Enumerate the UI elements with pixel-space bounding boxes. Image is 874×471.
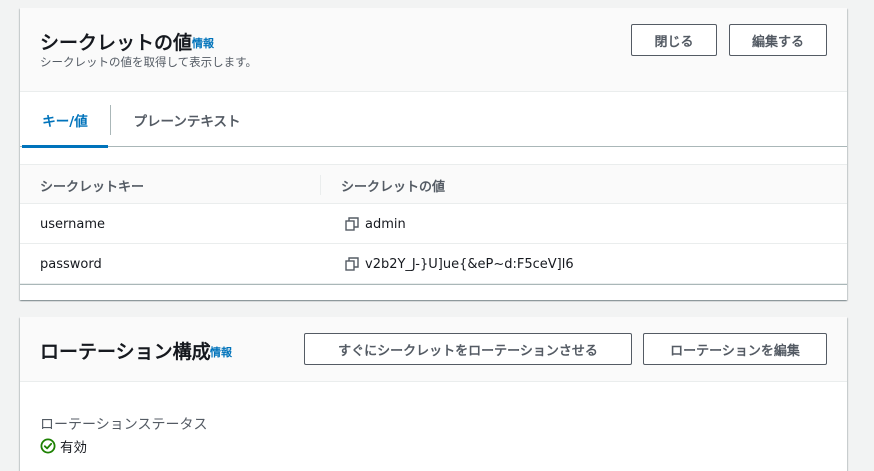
- rotate-now-button[interactable]: すぐにシークレットをローテーションさせる: [304, 333, 632, 365]
- tab-separator: [110, 105, 111, 135]
- column-divider: [320, 175, 321, 195]
- close-button[interactable]: 閉じる: [631, 24, 717, 56]
- copy-icon[interactable]: [345, 257, 359, 271]
- table-header: シークレットキー シークレットの値: [20, 164, 847, 204]
- secret-info-link[interactable]: 情報: [192, 35, 214, 51]
- rotation-panel-header: ローテーション構成 情報 すぐにシークレットをローテーションさせる ローテーショ…: [20, 317, 847, 382]
- table-row: password v2b2Y_J-}U]ue{&eP~d:F5ceV]l6: [20, 244, 847, 284]
- rotation-status-label: ローテーションステータス: [40, 417, 208, 433]
- tab-plaintext[interactable]: プレーンテキスト: [120, 93, 254, 147]
- rotation-config-panel: ローテーション構成 情報 すぐにシークレットをローテーションさせる ローテーショ…: [20, 317, 847, 471]
- column-header-key[interactable]: シークレットキー: [40, 165, 144, 205]
- secret-value-cell: v2b2Y_J-}U]ue{&eP~d:F5ceV]l6: [365, 256, 574, 272]
- rotation-status: 有効: [40, 436, 87, 456]
- secret-panel-description: シークレットの値を取得して表示します。: [40, 55, 258, 69]
- secret-panel-title: シークレットの値: [40, 32, 193, 54]
- secret-panel-header: シークレットの値 情報 シークレットの値を取得して表示します。 閉じる 編集する: [20, 8, 847, 92]
- rotation-info-link[interactable]: 情報: [210, 344, 232, 360]
- secret-value-cell: admin: [365, 216, 406, 232]
- table-row: username admin: [20, 204, 847, 244]
- secret-tabs: キー/値 プレーンテキスト: [20, 93, 847, 148]
- panel-divider: [20, 284, 847, 285]
- check-circle-icon: [40, 438, 56, 454]
- copy-icon[interactable]: [345, 217, 359, 231]
- edit-secret-button[interactable]: 編集する: [729, 24, 827, 56]
- secret-key-cell: username: [40, 216, 105, 232]
- rotation-status-value: 有効: [60, 440, 87, 456]
- tab-key-value[interactable]: キー/値: [22, 93, 108, 148]
- rotation-panel-title: ローテーション構成: [40, 341, 211, 363]
- edit-rotation-button[interactable]: ローテーションを編集: [643, 333, 827, 365]
- column-header-value[interactable]: シークレットの値: [341, 165, 445, 205]
- secret-value-panel: シークレットの値 情報 シークレットの値を取得して表示します。 閉じる 編集する…: [20, 8, 847, 300]
- secret-key-cell: password: [40, 256, 102, 272]
